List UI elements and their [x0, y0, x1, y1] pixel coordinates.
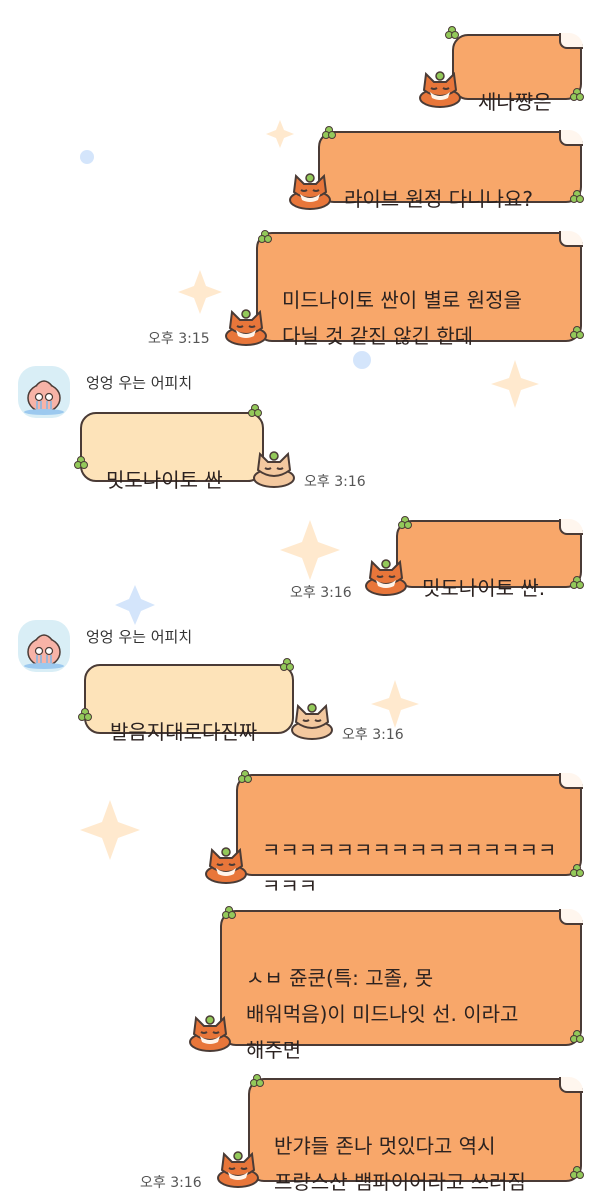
clover-icon	[78, 708, 92, 722]
fox-with-clover-icon	[225, 309, 267, 346]
clover-icon	[322, 126, 336, 140]
message-text: 발음지대로다진짜	[110, 720, 258, 744]
clover-icon	[570, 326, 584, 340]
message-time: 오후 3:16	[140, 1175, 202, 1191]
message-text: 라이브 원정 다니나요?	[344, 187, 533, 211]
clover-icon	[222, 906, 236, 920]
crying-apeach-avatar-icon[interactable]	[18, 366, 70, 418]
fox-with-clover-icon	[291, 703, 333, 740]
clover-icon	[250, 1074, 264, 1088]
bubble-fold	[559, 909, 583, 925]
fox-with-clover-icon	[253, 451, 295, 488]
message-bubble[interactable]: 라이브 원정 다니나요?	[318, 130, 583, 211]
message-bubble[interactable]: 미드나이토 싼이 별로 원정을 다닐 것 같진 않긴 한데	[256, 231, 583, 348]
fox-with-clover-icon	[205, 847, 247, 884]
message-bubble[interactable]: 발음지대로다진짜	[84, 664, 294, 744]
message-text: 반갸들 존나 멋있다고 역시 프랑스산 뱀파이어라고 쓰러짐	[274, 1134, 526, 1194]
fox-with-clover-icon	[189, 1015, 231, 1052]
message-text: ㅋㅋㅋㅋㅋㅋㅋㅋㅋㅋㅋㅋㅋㅋㅋㅋ ㅋㅋㅋ	[262, 838, 557, 898]
bubble-fold	[559, 231, 583, 247]
message-bubble[interactable]: 밋도나이토 싼.	[396, 519, 583, 600]
message-text: 미드나이토 싼이 별로 원정을 다닐 것 같진 않긴 한데	[282, 288, 522, 348]
clover-icon	[445, 26, 459, 40]
bubble-fold	[559, 33, 583, 49]
message-text: ㅅㅂ 쥰쿤(특: 고졸, 못 배워먹음)이 미드나잇 선. 이라고 해주면	[246, 966, 519, 1062]
message-bubble[interactable]: ㅋㅋㅋㅋㅋㅋㅋㅋㅋㅋㅋㅋㅋㅋㅋㅋ ㅋㅋㅋ	[236, 773, 583, 898]
clover-icon	[570, 864, 584, 878]
clover-icon	[74, 456, 88, 470]
clover-icon	[570, 88, 584, 102]
crying-apeach-avatar-icon[interactable]	[18, 620, 70, 672]
message-time: 오후 3:15	[148, 331, 210, 347]
bubble-fold	[559, 519, 583, 535]
message-bubble[interactable]: 반갸들 존나 멋있다고 역시 프랑스산 뱀파이어라고 쓰러짐	[248, 1077, 583, 1194]
bubble-fold	[559, 1077, 583, 1093]
clover-icon	[280, 658, 294, 672]
fox-with-clover-icon	[419, 71, 461, 108]
fox-with-clover-icon	[217, 1151, 259, 1188]
message-text: 밋도나이토 싼.	[422, 576, 546, 600]
message-bubble[interactable]: ㅅㅂ 쥰쿤(특: 고졸, 못 배워먹음)이 미드나잇 선. 이라고 해주면	[220, 909, 583, 1062]
message-bubble[interactable]: 세나쨩은	[452, 33, 583, 114]
fox-with-clover-icon	[365, 559, 407, 596]
clover-icon	[570, 1166, 584, 1180]
bubble-fold	[559, 130, 583, 146]
sender-name: 엉엉 우는 어피치	[86, 628, 193, 646]
clover-icon	[570, 190, 584, 204]
bubble-fold	[559, 773, 583, 789]
message-time: 오후 3:16	[304, 474, 366, 490]
clover-icon	[248, 404, 262, 418]
clover-icon	[570, 576, 584, 590]
sender-name: 엉엉 우는 어피치	[86, 374, 193, 392]
clover-icon	[258, 230, 272, 244]
message-time: 오후 3:16	[290, 585, 352, 601]
clover-icon	[238, 770, 252, 784]
message-text: 밋도나이토 싼	[106, 468, 223, 492]
message-text: 세나쨩은	[478, 90, 552, 114]
fox-with-clover-icon	[289, 173, 331, 210]
clover-icon	[570, 1030, 584, 1044]
message-time: 오후 3:16	[342, 727, 404, 743]
message-bubble[interactable]: 밋도나이토 싼	[80, 412, 264, 492]
clover-icon	[398, 516, 412, 530]
